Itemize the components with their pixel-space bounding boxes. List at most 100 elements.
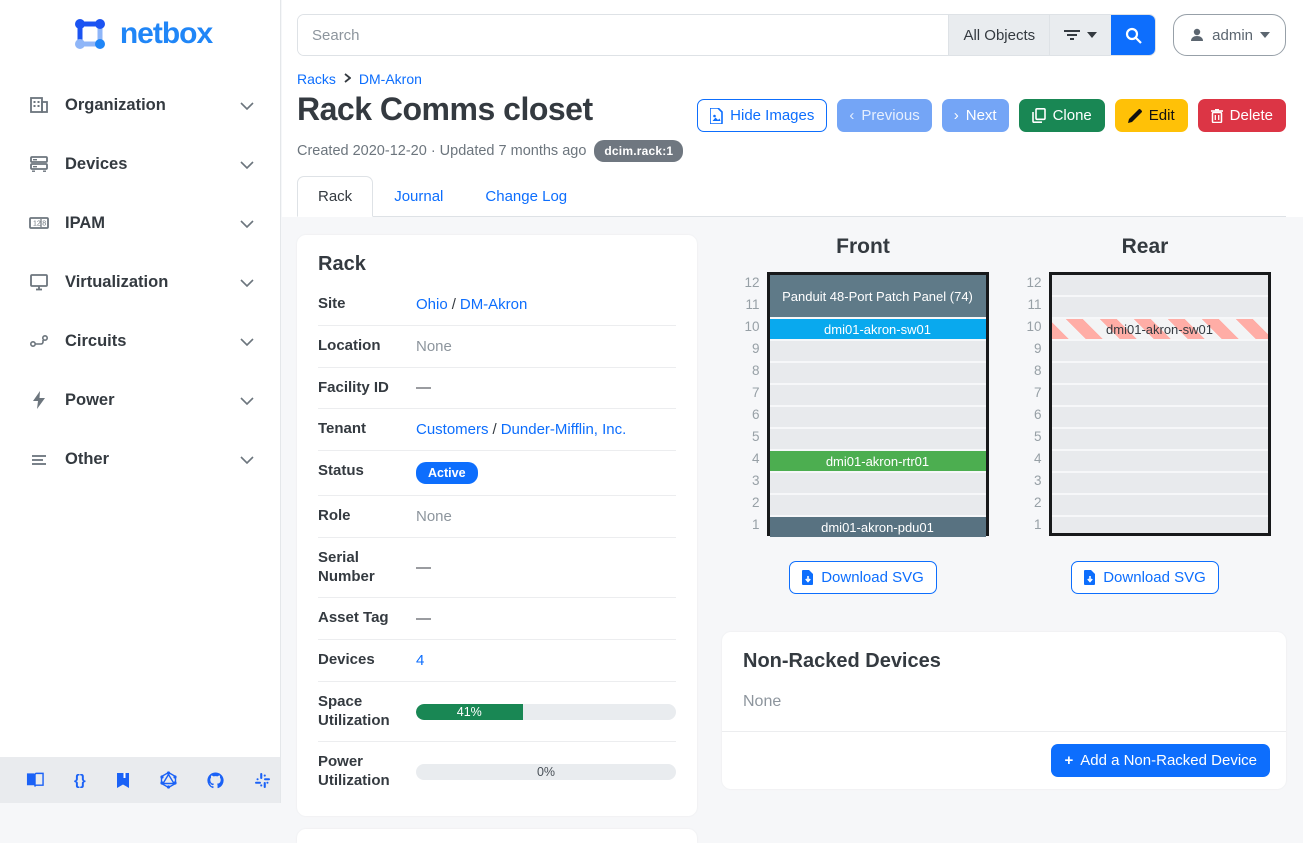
elevation-title: Front [836, 235, 890, 259]
info-value-link[interactable]: DM-Akron [460, 296, 528, 313]
rack-elevation-rear: dmi01-akron-sw01 [1049, 272, 1271, 536]
download-svg-label: Download SVG [821, 569, 924, 586]
delete-button[interactable]: Delete [1198, 99, 1286, 132]
unit-number: 1 [1020, 514, 1042, 536]
chevron-down-icon [240, 333, 254, 349]
empty-rack-slot[interactable] [770, 429, 986, 451]
sidebar-item-other[interactable]: Other [0, 438, 280, 480]
empty-rack-slot[interactable] [770, 341, 986, 363]
clone-button[interactable]: Clone [1019, 99, 1105, 132]
rack-device-label: dmi01-akron-rtr01 [826, 454, 929, 469]
sidebar-item-circuits[interactable]: Circuits [0, 320, 280, 362]
breadcrumb-link[interactable]: Racks [297, 71, 336, 87]
empty-rack-slot[interactable] [1052, 473, 1268, 495]
utilization-bar: 0% [416, 764, 676, 780]
rack-device[interactable]: Panduit 48-Port Patch Panel (74) [770, 275, 986, 317]
add-non-racked-device-label: Add a Non-Racked Device [1080, 752, 1257, 769]
info-label: Facility ID [318, 379, 416, 398]
filter-icon [1064, 28, 1080, 42]
empty-rack-slot[interactable] [770, 473, 986, 495]
hide-images-button[interactable]: Hide Images [697, 99, 827, 132]
empty-rack-slot[interactable] [1052, 451, 1268, 473]
info-value-link[interactable]: Ohio [416, 296, 448, 313]
transit-icon [28, 330, 50, 352]
empty-rack-slot[interactable] [1052, 341, 1268, 363]
search-submit-button[interactable] [1111, 15, 1155, 55]
previous-button[interactable]: ‹ Previous [837, 99, 931, 132]
elevation-front: Front121110987654321Panduit 48-Port Patc… [722, 235, 1004, 594]
bookmark-icon[interactable] [116, 771, 130, 789]
sidebar-nav: Organization Devices 128IPAM Virtualization… [0, 84, 280, 480]
status-badge: Active [416, 462, 478, 484]
rack-device[interactable]: dmi01-akron-rtr01 [770, 451, 986, 471]
search-input[interactable] [298, 15, 948, 55]
user-menu-button[interactable]: admin [1173, 14, 1286, 56]
action-buttons: Hide Images ‹ Previous › Next Clone [697, 99, 1286, 132]
book-icon[interactable] [26, 771, 44, 789]
non-racked-devices-panel: Non-Racked Devices None + Add a Non-Rack… [722, 632, 1286, 789]
tab-journal[interactable]: Journal [373, 176, 464, 217]
rack-device[interactable]: dmi01-akron-pdu01 [770, 517, 986, 537]
search-scope-selector[interactable]: All Objects [948, 15, 1049, 55]
sidebar-item-label: Power [65, 391, 225, 410]
rack-panel: Rack SiteOhio/DM-AkronLocationNoneFacili… [297, 235, 697, 816]
edit-button[interactable]: Edit [1115, 99, 1188, 132]
slack-icon[interactable] [254, 771, 271, 789]
info-label: Role [318, 507, 416, 526]
github-icon[interactable] [207, 771, 224, 789]
empty-rack-slot[interactable] [1052, 407, 1268, 429]
empty-rack-slot[interactable] [1052, 363, 1268, 385]
server-icon [28, 153, 50, 175]
rack-device[interactable]: dmi01-akron-sw01 [770, 319, 986, 339]
info-value-link[interactable]: Customers [416, 421, 489, 438]
empty-rack-slot[interactable] [1052, 429, 1268, 451]
empty-rack-slot[interactable] [1052, 517, 1268, 539]
braces-icon[interactable]: {} [74, 771, 86, 789]
elevation-rear: Rear121110987654321dmi01-akron-sw01Downl… [1004, 235, 1286, 594]
separator: / [493, 421, 497, 438]
empty-rack-slot[interactable] [1052, 495, 1268, 517]
empty-rack-slot[interactable] [770, 385, 986, 407]
hide-images-label: Hide Images [730, 107, 814, 124]
sidebar-item-virtualization[interactable]: Virtualization [0, 261, 280, 303]
empty-rack-slot[interactable] [1052, 275, 1268, 297]
sidebar-item-ipam[interactable]: 128IPAM [0, 202, 280, 244]
tab-rack[interactable]: Rack [297, 176, 373, 217]
unit-number: 12 [738, 272, 760, 294]
download-svg-button[interactable]: Download SVG [789, 561, 937, 594]
chevron-down-icon [240, 97, 254, 113]
unit-number: 4 [1020, 448, 1042, 470]
rack-device[interactable]: dmi01-akron-sw01 [1052, 319, 1268, 339]
empty-rack-slot[interactable] [770, 407, 986, 429]
info-label: Space Utilization [318, 693, 416, 731]
info-row-role: RoleNone [318, 496, 676, 538]
info-value-link[interactable]: 4 [416, 652, 424, 669]
empty-rack-slot[interactable] [1052, 297, 1268, 319]
sidebar-item-label: Other [65, 450, 225, 469]
unit-number: 1 [738, 514, 760, 536]
graphql-icon[interactable] [160, 771, 177, 789]
tab-change-log[interactable]: Change Log [464, 176, 588, 217]
empty-rack-slot[interactable] [770, 495, 986, 517]
info-row-serial-number: Serial Number— [318, 538, 676, 599]
unit-number: 9 [1020, 338, 1042, 360]
next-button[interactable]: › Next [942, 99, 1009, 132]
edit-label: Edit [1149, 107, 1175, 124]
download-svg-button[interactable]: Download SVG [1071, 561, 1219, 594]
chevron-down-icon [240, 451, 254, 467]
download-svg-label: Download SVG [1103, 569, 1206, 586]
empty-rack-slot[interactable] [1052, 385, 1268, 407]
empty-rack-slot[interactable] [770, 363, 986, 385]
rack-device-label: dmi01-akron-pdu01 [821, 520, 934, 535]
sidebar-item-label: Devices [65, 155, 225, 174]
add-non-racked-device-button[interactable]: + Add a Non-Racked Device [1051, 744, 1270, 777]
search-filter-dropdown[interactable] [1049, 15, 1111, 55]
sidebar-item-devices[interactable]: Devices [0, 143, 280, 185]
breadcrumb-link[interactable]: DM-Akron [359, 71, 422, 87]
info-value-link[interactable]: Dunder-Mifflin, Inc. [501, 421, 627, 438]
unit-number: 2 [738, 492, 760, 514]
sidebar-item-organization[interactable]: Organization [0, 84, 280, 126]
sidebar-item-power[interactable]: Power [0, 379, 280, 421]
info-row-status: StatusActive [318, 451, 676, 496]
netbox-logo[interactable]: netbox [0, 0, 280, 62]
